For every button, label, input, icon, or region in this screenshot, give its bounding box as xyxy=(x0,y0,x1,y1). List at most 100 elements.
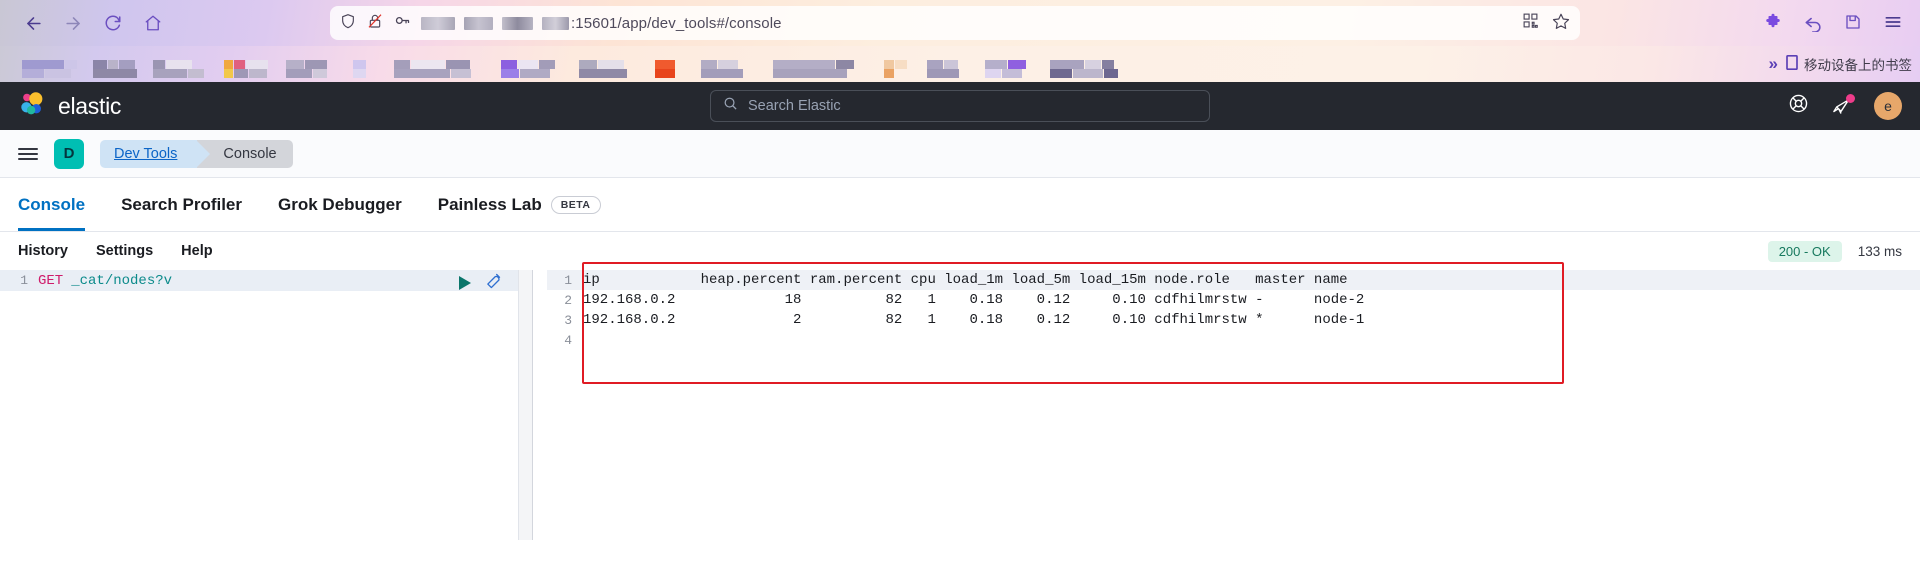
editor-action-buttons xyxy=(459,272,502,294)
tab-search-profiler[interactable]: Search Profiler xyxy=(103,178,260,231)
bookmark-item[interactable] xyxy=(327,46,366,82)
bookmark-item[interactable] xyxy=(959,46,1026,82)
console-history-button[interactable]: History xyxy=(18,243,68,259)
elastic-header-actions: e xyxy=(1788,92,1902,120)
tab-grok-debugger[interactable]: Grok Debugger xyxy=(260,178,420,231)
extensions-icon[interactable] xyxy=(1756,5,1790,39)
browser-toolbar: :15601/app/dev_tools#/console xyxy=(0,0,1920,46)
console-status-area: 200 - OK 133 ms xyxy=(1767,240,1902,262)
dev-tools-tab-bar: Console Search Profiler Grok Debugger Pa… xyxy=(0,178,1920,232)
url-bar[interactable]: :15601/app/dev_tools#/console xyxy=(330,6,1580,40)
global-search-placeholder: Search Elastic xyxy=(748,98,841,114)
tab-console-label: Console xyxy=(18,194,86,214)
console-body: 1 GET _cat/nodes?v 1 ip heap.percent ram… xyxy=(0,262,1920,540)
bookmark-item[interactable] xyxy=(77,46,137,82)
url-suffix: :15601/app/dev_tools#/console xyxy=(571,14,782,32)
status-badge: 200 - OK xyxy=(1767,240,1842,262)
request-path: _cat/nodes?v xyxy=(71,272,173,289)
blocked-permission-icon[interactable] xyxy=(367,13,383,34)
notification-badge-dot xyxy=(1846,93,1855,103)
url-text[interactable]: :15601/app/dev_tools#/console xyxy=(421,15,782,32)
save-page-icon[interactable] xyxy=(1836,5,1870,39)
editor-scrollbar[interactable] xyxy=(518,270,532,540)
elastic-brand[interactable]: elastic xyxy=(18,89,121,124)
console-request-editor[interactable]: 1 GET _cat/nodes?v xyxy=(0,270,533,540)
bookmark-item[interactable] xyxy=(743,46,854,82)
output-line-number: 4 xyxy=(564,332,572,348)
bookmark-items-redacted[interactable] xyxy=(0,46,1118,82)
beta-badge: BETA xyxy=(550,195,601,214)
bookmark-item[interactable] xyxy=(907,46,959,82)
request-duration: 133 ms xyxy=(1857,243,1902,259)
browser-menu-icon[interactable] xyxy=(1876,5,1910,39)
global-search-input[interactable]: Search Elastic xyxy=(710,90,1210,122)
breadcrumb: Dev Tools Console xyxy=(100,139,293,168)
tab-search-profiler-label: Search Profiler xyxy=(121,194,243,214)
reload-button[interactable] xyxy=(94,6,132,40)
tab-console[interactable]: Console xyxy=(18,178,103,231)
url-bar-icons xyxy=(340,12,411,34)
navigation-buttons xyxy=(14,6,172,40)
bookmark-item[interactable] xyxy=(204,46,268,82)
elastic-wordmark: elastic xyxy=(58,92,122,119)
mobile-bookmarks-label: 移动设备上的书签 xyxy=(1804,58,1912,74)
mobile-device-icon xyxy=(1786,54,1798,74)
output-line-number: 3 xyxy=(564,312,572,328)
forward-button[interactable] xyxy=(54,6,92,40)
bookmarks-bar-right: » 移动设备上的书签 xyxy=(1755,46,1912,82)
output-line: 2 192.168.0.2 18 82 1 0.18 0.12 0.10 cdf… xyxy=(547,290,1920,310)
undo-icon[interactable] xyxy=(1796,5,1830,39)
announcement-megaphone-icon[interactable] xyxy=(1831,93,1855,117)
output-line-text: 192.168.0.2 18 82 1 0.18 0.12 0.10 cdfhi… xyxy=(583,292,1365,308)
help-lifebuoy-icon[interactable] xyxy=(1788,93,1809,119)
mobile-bookmarks-folder[interactable]: 移动设备上的书签 xyxy=(1786,54,1912,74)
back-button[interactable] xyxy=(14,6,52,40)
bookmark-item[interactable] xyxy=(137,46,204,82)
bookmarks-overflow-icon[interactable]: » xyxy=(1769,54,1779,74)
bookmark-item[interactable] xyxy=(268,46,327,82)
home-button[interactable] xyxy=(134,6,172,40)
tab-painless-lab[interactable]: Painless Lab BETA xyxy=(420,178,619,231)
space-avatar[interactable]: D xyxy=(54,138,84,169)
output-line-number: 1 xyxy=(564,272,572,288)
editor-line-number: 1 xyxy=(20,273,28,288)
bookmark-item[interactable] xyxy=(675,46,743,82)
bookmarks-bar: » 移动设备上的书签 xyxy=(0,46,1920,82)
console-toolbar: History Settings Help 200 - OK 133 ms xyxy=(0,232,1920,270)
qr-code-icon[interactable] xyxy=(1522,12,1539,34)
user-avatar[interactable]: e xyxy=(1874,92,1902,120)
bookmark-item[interactable] xyxy=(1026,46,1118,82)
console-help-button[interactable]: Help xyxy=(181,243,212,259)
saved-login-key-icon[interactable] xyxy=(394,12,411,34)
tab-grok-debugger-label: Grok Debugger xyxy=(278,194,402,214)
request-options-wrench-icon[interactable] xyxy=(485,272,502,294)
http-method: GET xyxy=(38,272,64,289)
bookmark-item[interactable] xyxy=(627,46,675,82)
send-request-play-icon[interactable] xyxy=(459,276,471,290)
console-response-output[interactable]: 1 ip heap.percent ram.percent cpu load_1… xyxy=(533,262,1920,540)
tab-painless-lab-label: Painless Lab xyxy=(437,194,542,214)
browser-toolbar-right xyxy=(1756,5,1910,39)
bookmark-item[interactable] xyxy=(854,46,907,82)
tracking-protection-shield-icon[interactable] xyxy=(340,13,356,34)
search-icon xyxy=(723,96,738,116)
url-bar-actions xyxy=(1522,12,1570,35)
output-line-number: 2 xyxy=(564,292,572,308)
output-line-text: 192.168.0.2 2 82 1 0.18 0.12 0.10 cdfhil… xyxy=(583,312,1365,328)
bookmark-item[interactable] xyxy=(471,46,555,82)
output-line: 3 192.168.0.2 2 82 1 0.18 0.12 0.10 cdfh… xyxy=(547,310,1920,330)
nav-menu-toggle-icon[interactable] xyxy=(18,147,38,160)
bookmark-star-icon[interactable] xyxy=(1552,12,1570,35)
global-search-wrapper: Search Elastic xyxy=(710,90,1210,122)
bookmark-item[interactable] xyxy=(0,46,77,82)
breadcrumb-bar: D Dev Tools Console xyxy=(0,130,1920,178)
output-line: 4 xyxy=(547,330,1920,350)
bookmark-item[interactable] xyxy=(555,46,627,82)
console-settings-button[interactable]: Settings xyxy=(96,243,153,259)
editor-line[interactable]: 1 GET _cat/nodes?v xyxy=(0,270,532,291)
breadcrumb-item-console[interactable]: Console xyxy=(197,139,293,168)
elastic-global-header: elastic Search Elastic e xyxy=(0,82,1920,130)
bookmark-item[interactable] xyxy=(366,46,471,82)
elastic-logo-icon xyxy=(18,89,48,124)
breadcrumb-item-dev-tools[interactable]: Dev Tools xyxy=(100,139,211,168)
